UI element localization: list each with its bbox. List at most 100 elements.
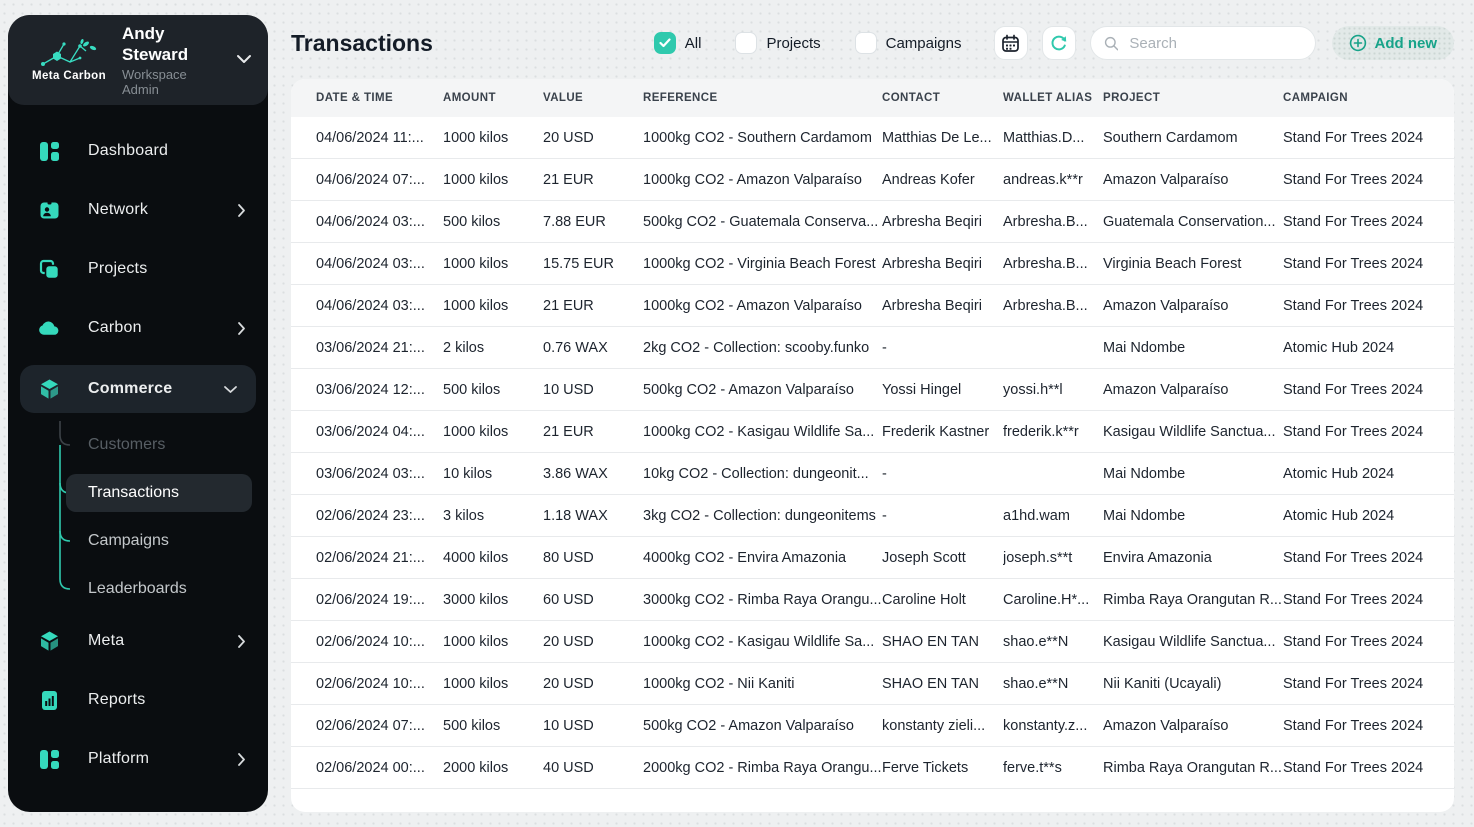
sidebar-item-platform[interactable]: Platform bbox=[8, 737, 268, 781]
cell-value: 10 USD bbox=[543, 381, 594, 398]
filter-projects[interactable]: Projects bbox=[735, 32, 821, 54]
table-row[interactable]: 02/06/2024 07:... 500 kilos 10 USD 500kg CO… bbox=[291, 705, 1454, 747]
sidebar-item-projects[interactable]: Projects bbox=[8, 247, 268, 291]
cell-amount: 10 kilos bbox=[443, 465, 493, 482]
cell-wallet: Arbresha.B... bbox=[1003, 297, 1088, 314]
filter-label: Campaigns bbox=[885, 34, 962, 52]
circle-plus-icon bbox=[1349, 34, 1366, 52]
cell-date: 02/06/2024 07:... bbox=[316, 717, 425, 734]
filter-campaigns[interactable]: Campaigns bbox=[854, 32, 962, 54]
sidebar-item-network[interactable]: Network bbox=[8, 188, 268, 232]
cell-project: Mai Ndombe bbox=[1103, 339, 1186, 356]
cell-value: 60 USD bbox=[543, 591, 594, 608]
cell-reference: 4000kg CO2 - Envira Amazonia bbox=[643, 549, 847, 566]
table-row[interactable]: 02/06/2024 00:... 2000 kilos 40 USD 2000kg … bbox=[291, 747, 1454, 789]
table-row[interactable]: 03/06/2024 21:... 2 kilos 0.76 WAX 2kg CO2 … bbox=[291, 327, 1454, 369]
table-row[interactable]: 03/06/2024 12:... 500 kilos 10 USD 500kg CO… bbox=[291, 369, 1454, 411]
table-row[interactable]: 02/06/2024 10:... 1000 kilos 20 USD 1000kg … bbox=[291, 621, 1454, 663]
cell-reference: 1000kg CO2 - Kasigau Wildlife Sa... bbox=[643, 423, 875, 440]
cell-project: Mai Ndombe bbox=[1103, 465, 1186, 482]
cell-contact: konstanty zieli... bbox=[882, 717, 986, 734]
cell-project: Amazon Valparaíso bbox=[1103, 717, 1229, 734]
cell-reference: 3000kg CO2 - Rimba Raya Orangu... bbox=[643, 591, 882, 608]
sidebar-item-label: Network bbox=[88, 201, 149, 218]
cell-wallet: a1hd.wam bbox=[1003, 507, 1070, 524]
table-row[interactable]: 02/06/2024 23:... 3 kilos 1.18 WAX 3kg CO2 … bbox=[291, 495, 1454, 537]
cell-project: Amazon Valparaíso bbox=[1103, 171, 1229, 188]
table-row[interactable]: 03/06/2024 03:... 10 kilos 3.86 WAX 10kg CO… bbox=[291, 453, 1454, 495]
sidebar-item-dashboard[interactable]: Dashboard bbox=[8, 129, 268, 173]
chevron-down-icon bbox=[223, 385, 238, 394]
cell-date: 04/06/2024 03:... bbox=[316, 297, 425, 314]
page-title: Transactions bbox=[291, 29, 433, 56]
cell-project: Rimba Raya Orangutan R... bbox=[1103, 759, 1282, 776]
cell-wallet: joseph.s**t bbox=[1003, 549, 1073, 566]
sidebar-item-customers[interactable]: Customers bbox=[52, 421, 268, 469]
sidebar-user-header[interactable]: Meta Carbon Andy Steward Workspace Admin bbox=[8, 15, 268, 105]
cell-campaign: Stand For Trees 2024 bbox=[1283, 171, 1424, 188]
filter-group: All Projects Campaigns bbox=[653, 32, 962, 54]
cell-contact: Frederik Kastner bbox=[882, 423, 990, 440]
cell-date: 03/06/2024 12:... bbox=[316, 381, 425, 398]
cell-contact: Arbresha Beqiri bbox=[882, 297, 982, 314]
cell-contact: Caroline Holt bbox=[882, 591, 966, 608]
chevron-right-icon bbox=[237, 634, 246, 649]
user-menu-chevron-down-icon[interactable] bbox=[236, 51, 252, 69]
cell-contact: Yossi Hingel bbox=[882, 381, 962, 398]
table-row[interactable]: 04/06/2024 03:... 500 kilos 7.88 EUR 500kg … bbox=[291, 201, 1454, 243]
cell-reference: 1000kg CO2 - Kasigau Wildlife Sa... bbox=[643, 633, 875, 650]
sidebar-item-leaderboards[interactable]: Leaderboards bbox=[52, 565, 268, 613]
search-input[interactable] bbox=[1127, 33, 1302, 53]
calendar-icon bbox=[1002, 34, 1019, 52]
table-row[interactable]: 04/06/2024 11:... 1000 kilos 20 USD 1000kg … bbox=[291, 117, 1454, 159]
refresh-button[interactable] bbox=[1041, 26, 1076, 60]
cell-project: Amazon Valparaíso bbox=[1103, 297, 1229, 314]
column-header: DATE & TIME bbox=[316, 92, 394, 104]
topbar: Transactions All Projects Campaigns Sear… bbox=[291, 23, 1454, 63]
sidebar-item-reports[interactable]: Reports bbox=[8, 678, 268, 722]
cell-contact: Ferve Tickets bbox=[882, 759, 969, 776]
cell-reference: 500kg CO2 - Amazon Valparaíso bbox=[643, 717, 854, 734]
table-row[interactable]: 04/06/2024 03:... 1000 kilos 15.75 EUR 1000… bbox=[291, 243, 1454, 285]
table-body: 04/06/2024 11:... 1000 kilos 20 USD 1000kg … bbox=[291, 117, 1454, 789]
table-row[interactable]: 02/06/2024 10:... 1000 kilos 20 USD 1000kg … bbox=[291, 663, 1454, 705]
add-new-button[interactable]: Add new bbox=[1331, 26, 1454, 60]
filter-label: All bbox=[684, 34, 702, 52]
cell-project: Kasigau Wildlife Sanctua... bbox=[1103, 633, 1276, 650]
column-header: AMOUNT bbox=[443, 92, 496, 104]
calendar-button[interactable] bbox=[993, 26, 1028, 60]
table-row[interactable]: 02/06/2024 21:... 4000 kilos 80 USD 4000kg … bbox=[291, 537, 1454, 579]
filter-checkbox[interactable] bbox=[854, 32, 877, 54]
cell-amount: 500 kilos bbox=[443, 381, 501, 398]
sidebar-item-carbon[interactable]: Carbon bbox=[8, 306, 268, 350]
cell-date: 03/06/2024 04:... bbox=[316, 423, 425, 440]
filter-checkbox[interactable] bbox=[653, 32, 676, 54]
table-row[interactable]: 04/06/2024 03:... 1000 kilos 21 EUR 1000kg … bbox=[291, 285, 1454, 327]
table-row[interactable]: 04/06/2024 07:... 1000 kilos 21 EUR 1000kg … bbox=[291, 159, 1454, 201]
table-row[interactable]: 03/06/2024 04:... 1000 kilos 21 EUR 1000kg … bbox=[291, 411, 1454, 453]
cell-reference: 1000kg CO2 - Amazon Valparaíso bbox=[643, 171, 862, 188]
cell-reference: 2kg CO2 - Collection: scooby.funko bbox=[643, 339, 870, 356]
table-row[interactable]: 02/06/2024 19:... 3000 kilos 60 USD 3000kg … bbox=[291, 579, 1454, 621]
filter-all[interactable]: All bbox=[653, 32, 702, 54]
cell-campaign: Stand For Trees 2024 bbox=[1283, 591, 1424, 608]
cell-project: Guatemala Conservation... bbox=[1103, 213, 1276, 230]
brand-name: Meta Carbon bbox=[31, 69, 107, 82]
sidebar-item-campaigns[interactable]: Campaigns bbox=[52, 517, 268, 565]
cell-project: Southern Cardamom bbox=[1103, 129, 1238, 146]
filter-checkbox[interactable] bbox=[735, 32, 758, 54]
sidebar-item-commerce[interactable]: Commerce bbox=[20, 365, 256, 413]
cell-value: 0.76 WAX bbox=[543, 339, 608, 356]
filter-label: Projects bbox=[766, 34, 821, 52]
transactions-table-card: DATE & TIME AMOUNT VALUE REFERENCE CONTACT WA… bbox=[291, 79, 1454, 812]
cell-wallet: Caroline.H*... bbox=[1003, 591, 1090, 608]
user-block: Andy Steward Workspace Admin bbox=[122, 23, 222, 98]
cell-project: Nii Kaniti (Ucayali) bbox=[1103, 675, 1222, 692]
cell-date: 02/06/2024 23:... bbox=[316, 507, 425, 524]
cell-value: 20 USD bbox=[543, 675, 594, 692]
table-header-row: DATE & TIME AMOUNT VALUE REFERENCE CONTACT WA… bbox=[291, 79, 1454, 117]
cloud-icon bbox=[38, 320, 60, 336]
sidebar-item-transactions[interactable]: Transactions bbox=[66, 474, 252, 512]
sidebar-item-meta[interactable]: Meta bbox=[8, 619, 268, 663]
search-box[interactable] bbox=[1089, 26, 1316, 60]
